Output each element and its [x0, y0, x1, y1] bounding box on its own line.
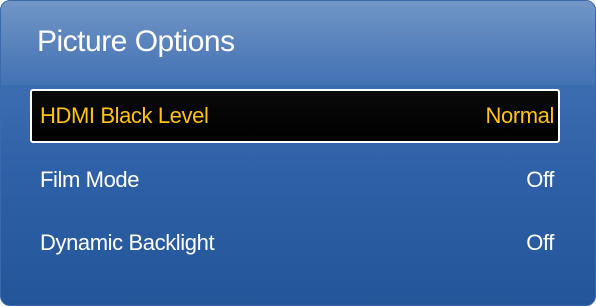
menu-item-value: Normal	[485, 103, 555, 128]
menu-item-value: Off	[526, 167, 554, 192]
picture-options-panel: Picture Options HDMI Black Level Normal …	[0, 0, 596, 306]
panel-title: Picture Options	[37, 25, 235, 58]
menu-item-film-mode[interactable]: Film Mode Off	[30, 152, 560, 208]
menu-item-dynamic-backlight[interactable]: Dynamic Backlight Off	[30, 215, 560, 271]
menu-item-hdmi-black-level[interactable]: HDMI Black Level Normal	[30, 89, 560, 143]
menu-item-label: HDMI Black Level	[40, 103, 209, 128]
menu-item-label: Film Mode	[40, 167, 140, 192]
options-menu: HDMI Black Level Normal Film Mode Off Dy…	[30, 89, 560, 278]
menu-item-value: Off	[526, 230, 554, 255]
menu-item-label: Dynamic Backlight	[40, 230, 215, 255]
